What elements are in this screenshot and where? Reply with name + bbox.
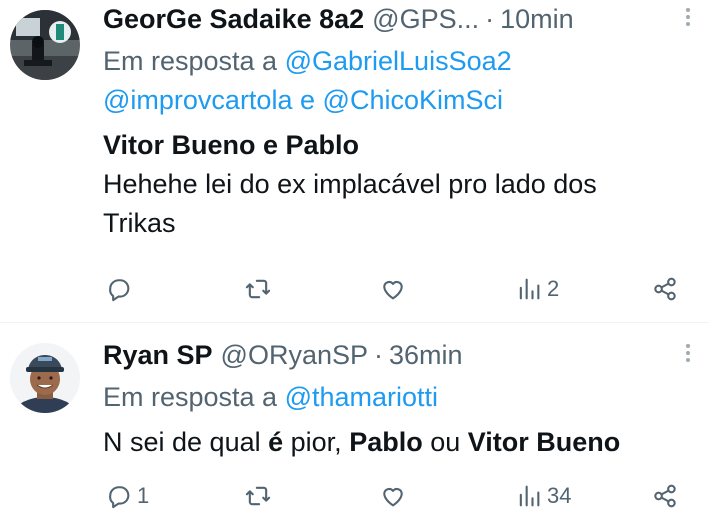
separator-dot: · [485, 3, 495, 34]
tweet-text-line: Hehehe lei do ex implacável pro lado dos [103, 169, 597, 199]
tweet-header: Ryan SP @ORyanSP · 36min [103, 337, 695, 373]
text-bold: é [268, 427, 284, 457]
retweet-button[interactable] [244, 274, 276, 304]
mention-link[interactable]: @GabrielLuisSoa2 [285, 46, 512, 76]
tweet-body: Ryan SP @ORyanSP · 36min Em resposta a @… [103, 337, 695, 462]
views-button[interactable]: 34 [515, 481, 571, 511]
display-name[interactable]: Ryan SP [103, 340, 213, 371]
views-icon [519, 278, 540, 300]
mention-link[interactable]: @improvcartola [103, 85, 292, 115]
retweet-icon [245, 279, 271, 299]
user-handle[interactable]: @GPS... [372, 4, 479, 35]
tweet-header: GeorGe Sadaike 8a2 @GPS... · 10min [103, 1, 695, 37]
mention-link[interactable]: @thamariotti [285, 382, 438, 412]
like-button[interactable] [379, 481, 411, 511]
text-bold: Pablo [349, 427, 423, 457]
avatar-image [10, 343, 80, 413]
reply-prefix: Em resposta a [103, 46, 278, 76]
view-count: 2 [547, 276, 560, 301]
share-icon [654, 484, 676, 508]
retweet-button[interactable] [244, 481, 276, 511]
tweet-text: N sei de qual é pior, Pablo ou Vitor Bue… [103, 423, 695, 462]
tweet-body: GeorGe Sadaike 8a2 @GPS... · 10min Em re… [103, 1, 695, 243]
heart-icon [383, 487, 403, 507]
action-bar: 1 34 [103, 481, 695, 511]
reply-count: 1 [137, 483, 150, 508]
reply-prefix: Em resposta a [103, 382, 278, 412]
text-part: ou [422, 427, 468, 457]
action-bar: 2 [103, 274, 695, 304]
more-icon[interactable] [683, 5, 693, 31]
separator-dot: · [374, 339, 384, 370]
tweet[interactable]: Ryan SP @ORyanSP · 36min Em resposta a @… [0, 323, 709, 523]
text-bold: Vitor Bueno [467, 427, 621, 457]
avatar-image [10, 10, 80, 80]
share-button[interactable] [651, 481, 679, 511]
reply-button[interactable]: 1 [105, 481, 149, 511]
user-handle[interactable]: @ORyanSP [221, 340, 368, 371]
tweet[interactable]: GeorGe Sadaike 8a2 @GPS... · 10min Em re… [0, 0, 709, 322]
reply-icon [109, 486, 130, 509]
tweet-text-line: Vitor Bueno e Pablo [103, 130, 360, 160]
reply-context-2: @improvcartola e @ChicoKimSci [103, 81, 695, 120]
mention-link[interactable]: @ChicoKimSci [323, 85, 503, 115]
view-count: 34 [547, 483, 572, 508]
retweet-icon [245, 486, 271, 506]
avatar[interactable] [10, 343, 80, 413]
tweet-text-line: Trikas [103, 208, 176, 238]
share-icon [654, 277, 676, 301]
text-part: pior, [283, 427, 350, 457]
views-icon [519, 485, 540, 507]
display-name[interactable]: GeorGe Sadaike 8a2 [103, 4, 364, 35]
heart-icon [383, 280, 403, 300]
reply-context: Em resposta a @GabrielLuisSoa2 [103, 42, 695, 81]
like-button[interactable] [379, 274, 411, 304]
timestamp[interactable]: 10min [500, 4, 574, 35]
reply-and: e [299, 85, 316, 115]
text-part: N sei de qual [103, 427, 269, 457]
timestamp[interactable]: 36min [389, 340, 463, 371]
reply-icon [109, 279, 130, 302]
more-icon[interactable] [683, 341, 693, 367]
reply-context: Em resposta a @thamariotti [103, 378, 695, 417]
share-button[interactable] [651, 274, 679, 304]
views-button[interactable]: 2 [515, 274, 559, 304]
avatar[interactable] [10, 10, 80, 80]
reply-button[interactable] [105, 274, 137, 304]
